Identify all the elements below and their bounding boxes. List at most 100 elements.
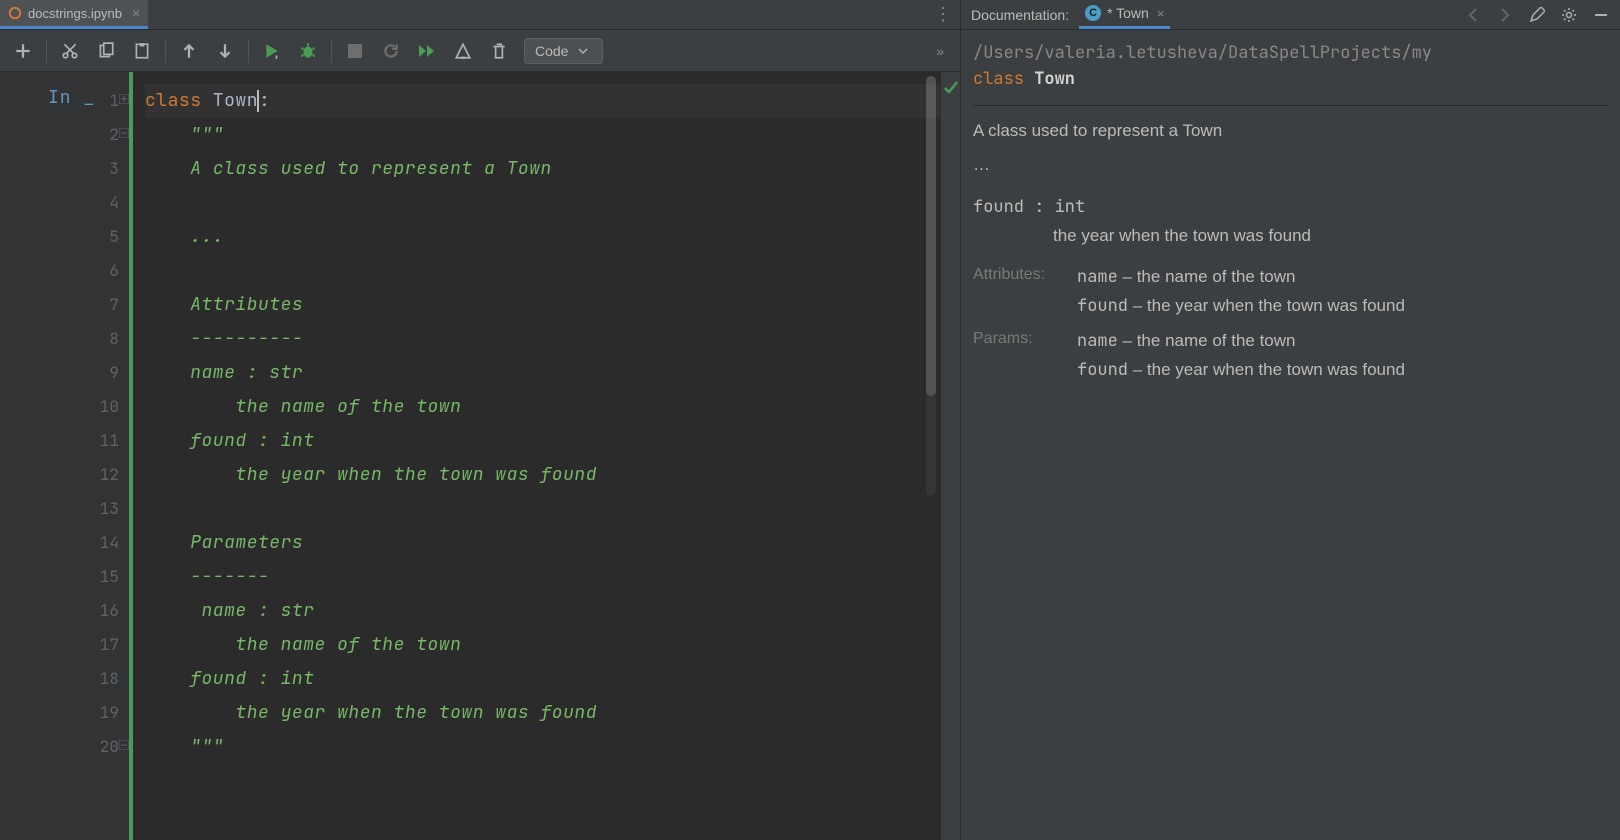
line-number: 19 bbox=[0, 696, 129, 730]
code-line: Attributes bbox=[145, 288, 940, 322]
editor-tab-filename: docstrings.ipynb bbox=[28, 6, 122, 21]
nav-back-icon[interactable] bbox=[1464, 6, 1482, 24]
code-editor[interactable]: In _ 1 2 3 4 5 6 7 8 9 10 11 12 13 14 15… bbox=[0, 72, 960, 840]
clear-outputs-button[interactable] bbox=[446, 34, 480, 68]
nav-forward-icon[interactable] bbox=[1496, 6, 1514, 24]
code-line: name : str bbox=[145, 356, 940, 390]
editor-tab-bar: docstrings.ipynb × ⋮ bbox=[0, 0, 960, 30]
code-line: the year when the town was found bbox=[145, 696, 940, 730]
code-line: the name of the town bbox=[145, 390, 940, 424]
class-badge-icon: C bbox=[1085, 5, 1101, 21]
debug-cell-button[interactable] bbox=[291, 34, 325, 68]
code-line: ---------- bbox=[145, 322, 940, 356]
code-line: ------- bbox=[145, 560, 940, 594]
minimize-icon[interactable] bbox=[1592, 6, 1610, 24]
attribute-row: found – the year when the town was found bbox=[1077, 292, 1608, 321]
line-number: 14 bbox=[0, 526, 129, 560]
close-doc-tab-icon[interactable]: × bbox=[1157, 6, 1165, 21]
line-number-gutter: 1 2 3 4 5 6 7 8 9 10 11 12 13 14 15 16 1… bbox=[0, 72, 133, 840]
run-all-button[interactable] bbox=[410, 34, 444, 68]
line-number: 16 bbox=[0, 594, 129, 628]
documentation-title: Documentation: bbox=[971, 7, 1069, 23]
code-line: found : int bbox=[145, 424, 940, 458]
toolbar-overflow-icon[interactable]: » bbox=[926, 43, 954, 59]
documentation-header: Documentation: C * Town × bbox=[961, 0, 1620, 30]
line-number: 9 bbox=[0, 356, 129, 390]
line-number: 3 bbox=[0, 152, 129, 186]
documentation-field-description: the year when the town was found bbox=[973, 223, 1608, 249]
code-line: """ bbox=[145, 730, 940, 764]
params-section-label: Params: bbox=[973, 327, 1073, 385]
restart-button[interactable] bbox=[374, 34, 408, 68]
separator bbox=[46, 39, 47, 63]
documentation-summary: A class used to represent a Town bbox=[973, 118, 1608, 144]
cell-type-value: Code bbox=[535, 43, 568, 59]
cut-button[interactable] bbox=[53, 34, 87, 68]
copy-button[interactable] bbox=[89, 34, 123, 68]
gear-icon[interactable] bbox=[1560, 6, 1578, 24]
line-number: 13 bbox=[0, 492, 129, 526]
stop-button[interactable] bbox=[338, 34, 372, 68]
attributes-section-body: name – the name of the town found – the … bbox=[1077, 263, 1608, 321]
line-number: 7 bbox=[0, 288, 129, 322]
documentation-class-signature: class Town bbox=[973, 66, 1608, 92]
attribute-row: name – the name of the town bbox=[1077, 263, 1608, 292]
fold-icon[interactable] bbox=[119, 740, 131, 752]
line-number: 2 bbox=[0, 118, 129, 152]
tab-overflow-icon[interactable]: ⋮ bbox=[924, 4, 960, 25]
add-cell-button[interactable] bbox=[6, 34, 40, 68]
code-line: class Town: bbox=[145, 84, 940, 118]
line-number: 15 bbox=[0, 560, 129, 594]
fold-icon[interactable] bbox=[119, 94, 131, 106]
code-line: found : int bbox=[145, 662, 940, 696]
documentation-actions bbox=[1464, 6, 1610, 24]
jupyter-file-icon bbox=[8, 6, 22, 20]
move-down-button[interactable] bbox=[208, 34, 242, 68]
run-cell-button[interactable] bbox=[255, 34, 289, 68]
line-number: 6 bbox=[0, 254, 129, 288]
param-row: name – the name of the town bbox=[1077, 327, 1608, 356]
line-number: 17 bbox=[0, 628, 129, 662]
documentation-tab-label: * Town bbox=[1107, 5, 1149, 21]
delete-cell-button[interactable] bbox=[482, 34, 516, 68]
move-up-button[interactable] bbox=[172, 34, 206, 68]
line-number: 18 bbox=[0, 662, 129, 696]
documentation-panel: Documentation: C * Town × /Users/valeria… bbox=[960, 0, 1620, 840]
line-number: 12 bbox=[0, 458, 129, 492]
line-number: 5 bbox=[0, 220, 129, 254]
fold-icon[interactable] bbox=[119, 128, 131, 140]
edit-doc-icon[interactable] bbox=[1528, 6, 1546, 24]
documentation-field-signature: found : int bbox=[973, 194, 1608, 220]
code-line bbox=[145, 492, 940, 526]
editor-tab-active[interactable]: docstrings.ipynb × bbox=[0, 0, 148, 29]
separator bbox=[248, 39, 249, 63]
editor-scrollbar[interactable] bbox=[926, 76, 936, 496]
code-line: the year when the town was found bbox=[145, 458, 940, 492]
notebook-toolbar: Code » bbox=[0, 30, 960, 72]
attributes-section-label: Attributes: bbox=[973, 263, 1073, 321]
cell-type-dropdown[interactable]: Code bbox=[524, 38, 603, 64]
code-line: ... bbox=[145, 220, 940, 254]
paste-button[interactable] bbox=[125, 34, 159, 68]
code-line: the name of the town bbox=[145, 628, 940, 662]
inspection-ok-icon[interactable] bbox=[943, 80, 958, 96]
code-area[interactable]: class Town: """ A class used to represen… bbox=[133, 72, 940, 840]
divider bbox=[973, 105, 1608, 106]
params-section-body: name – the name of the town found – the … bbox=[1077, 327, 1608, 385]
documentation-body: /Users/valeria.letusheva/DataSpellProjec… bbox=[961, 30, 1620, 395]
line-number: 11 bbox=[0, 424, 129, 458]
editor-panel: docstrings.ipynb × ⋮ bbox=[0, 0, 960, 840]
code-line bbox=[145, 186, 940, 220]
line-number: 4 bbox=[0, 186, 129, 220]
separator bbox=[165, 39, 166, 63]
line-number: 20 bbox=[0, 730, 129, 764]
scrollbar-thumb[interactable] bbox=[926, 76, 936, 396]
documentation-source-path: /Users/valeria.letusheva/DataSpellProjec… bbox=[973, 40, 1608, 66]
documentation-tab[interactable]: C * Town × bbox=[1079, 0, 1170, 29]
chevron-down-icon bbox=[578, 48, 588, 54]
close-tab-icon[interactable]: × bbox=[132, 5, 140, 21]
code-line bbox=[145, 254, 940, 288]
code-line: """ bbox=[145, 118, 940, 152]
separator bbox=[331, 39, 332, 63]
code-line: name : str bbox=[145, 594, 940, 628]
